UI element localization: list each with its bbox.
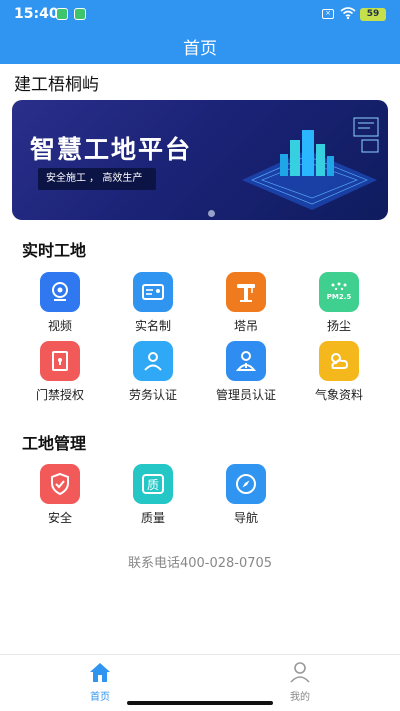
user-icon bbox=[290, 662, 310, 683]
tile-label: 塔吊 bbox=[233, 319, 258, 333]
weather-icon bbox=[319, 341, 359, 381]
svg-text:质: 质 bbox=[147, 478, 159, 492]
banner-tagline: 安全施工 ， 高效生产 bbox=[38, 168, 156, 190]
wifi-icon bbox=[340, 7, 356, 20]
tile-admin-cert[interactable]: 管理员认证 bbox=[206, 341, 286, 403]
compass-icon bbox=[226, 464, 266, 504]
banner-carousel[interactable]: 智慧工地平台 安全施工 ， 高效生产 bbox=[12, 100, 388, 220]
admin-user-icon bbox=[226, 341, 266, 381]
video-camera-icon bbox=[40, 272, 80, 312]
dust-pm25-icon: PM2.5 bbox=[319, 272, 359, 312]
contact-phone[interactable]: 联系电话400-028-0705 bbox=[0, 552, 400, 571]
tile-label: 质量 bbox=[140, 511, 165, 525]
door-access-icon bbox=[40, 341, 80, 381]
page-title: 首页 bbox=[183, 39, 217, 59]
section-title-realtime: 实时工地 bbox=[22, 241, 87, 260]
tile-real-name[interactable]: 实名制 bbox=[113, 272, 193, 334]
quality-icon: 质 bbox=[133, 464, 173, 504]
notification-icon bbox=[56, 8, 68, 20]
tower-crane-icon bbox=[226, 272, 266, 312]
tile-label: 扬尘 bbox=[326, 319, 351, 333]
tile-weather[interactable]: 气象资料 bbox=[299, 341, 379, 403]
notification-icon bbox=[74, 8, 86, 20]
tile-tower-crane[interactable]: 塔吊 bbox=[206, 272, 286, 334]
top-bar: 15:40 × 59 首页 bbox=[0, 0, 400, 64]
tile-label: 管理员认证 bbox=[215, 388, 276, 402]
tile-navigation[interactable]: 导航 bbox=[206, 464, 286, 526]
sim-icon: × bbox=[322, 9, 334, 19]
tile-safety[interactable]: 安全 bbox=[20, 464, 100, 526]
banner-title: 智慧工地平台 bbox=[30, 135, 193, 164]
city-illustration-icon bbox=[242, 117, 379, 210]
battery-icon: 59 bbox=[360, 8, 386, 21]
worker-icon bbox=[133, 341, 173, 381]
tile-door-access[interactable]: 门禁授权 bbox=[20, 341, 100, 403]
tile-label: 实名制 bbox=[134, 319, 171, 333]
status-time: 15:40 bbox=[14, 6, 59, 22]
svg-text:PM2.5: PM2.5 bbox=[327, 293, 351, 301]
tile-label: 门禁授权 bbox=[35, 388, 84, 402]
home-icon bbox=[90, 663, 110, 682]
id-card-icon bbox=[133, 272, 173, 312]
tile-video[interactable]: 视频 bbox=[20, 272, 100, 334]
status-bar: 15:40 × 59 bbox=[0, 0, 400, 28]
tile-label: 气象资料 bbox=[314, 388, 363, 402]
tile-labor-cert[interactable]: 劳务认证 bbox=[113, 341, 193, 403]
tile-label: 视频 bbox=[47, 319, 72, 333]
site-name: 建工梧桐屿 bbox=[14, 75, 99, 95]
tile-dust[interactable]: PM2.5 扬尘 bbox=[299, 272, 379, 334]
tile-label: 劳务认证 bbox=[128, 388, 177, 402]
tile-quality[interactable]: 质 质量 bbox=[113, 464, 193, 526]
section-title-management: 工地管理 bbox=[22, 434, 87, 453]
shield-check-icon bbox=[40, 464, 80, 504]
tile-label: 导航 bbox=[233, 511, 258, 525]
carousel-indicator bbox=[208, 210, 215, 217]
home-indicator bbox=[127, 701, 273, 705]
tile-label: 安全 bbox=[47, 511, 72, 525]
